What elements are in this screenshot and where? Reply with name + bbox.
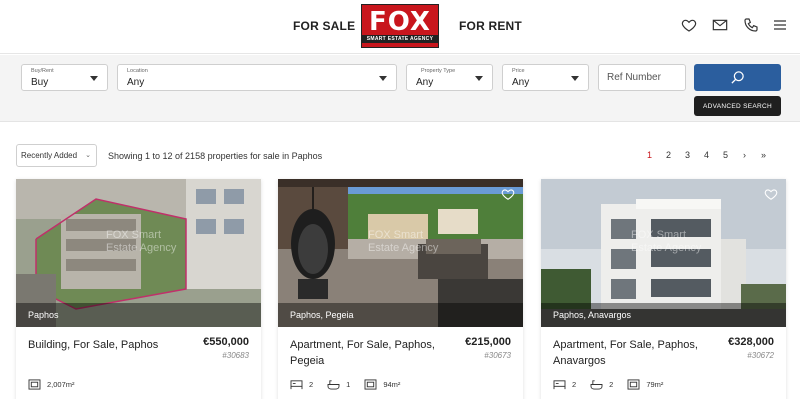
bathrooms-value: 1 bbox=[346, 380, 351, 389]
area-icon bbox=[627, 379, 640, 390]
nav-for-sale[interactable]: FOR SALE bbox=[293, 19, 355, 33]
watermark: FOX Smart Estate Agency bbox=[631, 229, 702, 254]
advanced-search-button[interactable]: ADVANCED SEARCH bbox=[694, 96, 781, 116]
page-link[interactable]: 5 bbox=[716, 150, 735, 160]
area-feature: 94m² bbox=[364, 379, 400, 390]
bedrooms-feature: 2 bbox=[553, 379, 576, 390]
listing-ref: #30672 bbox=[747, 351, 774, 360]
listing-price: €550,000 bbox=[203, 336, 249, 348]
listing-features: 2 1 94m² bbox=[290, 379, 414, 390]
price-select[interactable]: Price Any bbox=[502, 64, 589, 91]
listing-location: Paphos bbox=[16, 303, 261, 327]
listing-location: Paphos, Pegeia bbox=[278, 303, 523, 327]
bedrooms-value: 2 bbox=[572, 380, 577, 389]
search-bar: Buy/Rent Buy Location Any Property Type … bbox=[0, 55, 800, 122]
property-type-label: Property Type bbox=[421, 68, 456, 74]
area-feature: 2,007m² bbox=[28, 379, 75, 390]
watermark: FOX Smart Estate Agency bbox=[106, 229, 177, 254]
search-button[interactable] bbox=[694, 64, 781, 91]
area-value: 79m² bbox=[646, 380, 664, 389]
location-label: Location bbox=[127, 68, 148, 74]
menu-icon[interactable] bbox=[772, 17, 788, 33]
bathrooms-feature: 2 bbox=[590, 379, 613, 390]
fox-logo[interactable]: FOX SMART ESTATE AGENCY bbox=[361, 4, 439, 48]
buy-rent-label: Buy/Rent bbox=[31, 68, 54, 74]
bath-icon bbox=[590, 380, 603, 390]
page-link[interactable]: 3 bbox=[678, 150, 697, 160]
chevron-down-icon bbox=[379, 76, 387, 81]
results-summary: Showing 1 to 12 of 2158 properties for s… bbox=[108, 151, 323, 161]
page-link[interactable]: 4 bbox=[697, 150, 716, 160]
listing-features: 2 2 79m² bbox=[553, 379, 677, 390]
logo-tagline: SMART ESTATE AGENCY bbox=[362, 35, 438, 43]
bed-icon bbox=[290, 380, 303, 390]
page-link[interactable]: 2 bbox=[659, 150, 678, 160]
listing-title[interactable]: Apartment, For Sale, Paphos, Pegeia bbox=[290, 337, 450, 369]
property-type-value: Any bbox=[416, 77, 434, 88]
listing-ref: #30683 bbox=[222, 351, 249, 360]
area-value: 2,007m² bbox=[47, 380, 75, 389]
listing-ref: #30673 bbox=[484, 351, 511, 360]
listing-features: 2,007m² bbox=[28, 379, 89, 390]
bed-icon bbox=[553, 380, 566, 390]
nav-for-rent[interactable]: FOR RENT bbox=[459, 19, 522, 33]
area-value: 94m² bbox=[383, 380, 401, 389]
logo-text: FOX bbox=[369, 7, 431, 37]
chevron-down-icon bbox=[571, 76, 579, 81]
listing-title[interactable]: Building, For Sale, Paphos bbox=[28, 337, 188, 353]
listing-location: Paphos, Anavargos bbox=[541, 303, 786, 327]
search-icon bbox=[731, 71, 744, 84]
buy-rent-value: Buy bbox=[31, 77, 49, 88]
chevron-down-icon bbox=[90, 76, 98, 81]
sort-select[interactable]: Recently Added ⌄ bbox=[16, 144, 97, 167]
location-value: Any bbox=[127, 77, 145, 88]
listing-card[interactable]: FOX Smart Estate Agency Paphos, Anavargos… bbox=[541, 179, 786, 399]
buy-rent-select[interactable]: Buy/Rent Buy bbox=[21, 64, 108, 91]
property-type-select[interactable]: Property Type Any bbox=[406, 64, 493, 91]
area-feature: 79m² bbox=[627, 379, 663, 390]
mail-icon[interactable] bbox=[712, 17, 728, 33]
next-page-link[interactable]: › bbox=[735, 150, 754, 160]
bedrooms-value: 2 bbox=[309, 380, 314, 389]
listing-title[interactable]: Apartment, For Sale, Paphos, Anavargos bbox=[553, 337, 713, 369]
price-label: Price bbox=[512, 68, 525, 74]
location-select[interactable]: Location Any bbox=[117, 64, 397, 91]
area-icon bbox=[364, 379, 377, 390]
area-icon bbox=[28, 379, 41, 390]
heart-icon[interactable] bbox=[681, 17, 697, 33]
sort-value: Recently Added bbox=[21, 151, 78, 160]
ref-number-input[interactable] bbox=[598, 64, 686, 91]
listing-card[interactable]: FOX Smart Estate Agency Paphos, Pegeia Ap… bbox=[278, 179, 523, 399]
favorite-heart-icon[interactable] bbox=[764, 187, 778, 201]
bathrooms-value: 2 bbox=[609, 380, 614, 389]
last-page-link[interactable]: » bbox=[754, 150, 773, 160]
price-value: Any bbox=[512, 77, 530, 88]
listing-price: €328,000 bbox=[728, 336, 774, 348]
chevron-down-icon bbox=[475, 76, 483, 81]
pagination: 1 2 3 4 5 › » bbox=[640, 150, 773, 160]
chevron-down-icon: ⌄ bbox=[85, 152, 91, 159]
site-header: FOR SALE FOX SMART ESTATE AGENCY FOR REN… bbox=[0, 0, 800, 54]
phone-icon[interactable] bbox=[743, 17, 759, 33]
bedrooms-feature: 2 bbox=[290, 379, 313, 390]
bath-icon bbox=[327, 380, 340, 390]
listing-card[interactable]: FOX Smart Estate Agency Paphos Building, … bbox=[16, 179, 261, 399]
listing-price: €215,000 bbox=[465, 336, 511, 348]
bathrooms-feature: 1 bbox=[327, 379, 350, 390]
page-link[interactable]: 1 bbox=[640, 150, 659, 160]
watermark: FOX Smart Estate Agency bbox=[368, 229, 439, 254]
favorite-heart-icon[interactable] bbox=[501, 187, 515, 201]
